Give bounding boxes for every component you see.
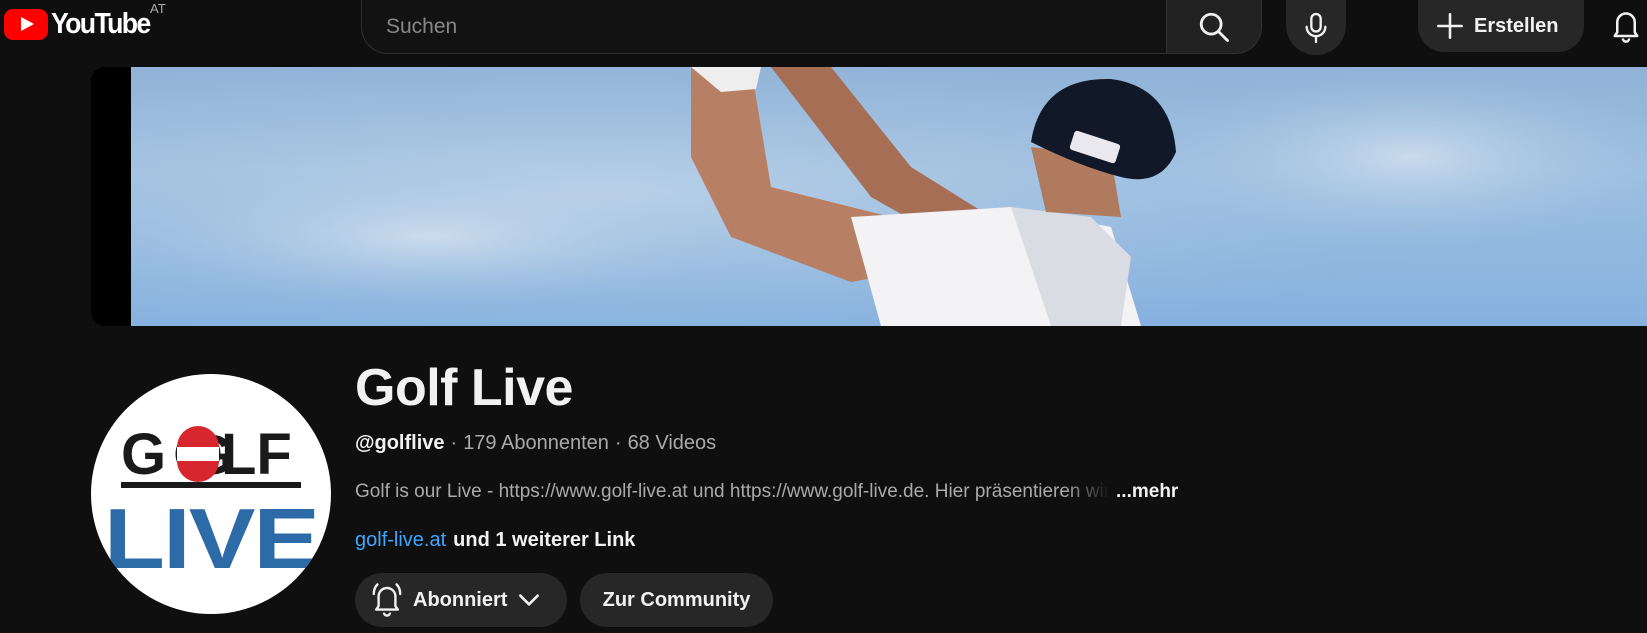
mic-icon xyxy=(1305,12,1327,43)
channel-description[interactable]: Golf is our Live - https://www.golf-live… xyxy=(355,481,1178,503)
subscriber-count: 179 Abonnenten xyxy=(463,432,609,454)
video-count: 68 Videos xyxy=(627,432,717,454)
channel-name: Golf Live xyxy=(355,359,573,417)
top-bar: YouTube AT Erstellen xyxy=(0,0,1647,56)
search-box xyxy=(361,0,1167,54)
youtube-play-icon xyxy=(4,9,48,40)
banner-image xyxy=(131,67,1647,326)
golf-live-logo: G G LF LIVE xyxy=(104,422,320,586)
channel-link[interactable]: golf-live.at xyxy=(355,529,446,552)
svg-text:LIVE: LIVE xyxy=(104,491,318,586)
meta-separator: · xyxy=(614,432,622,454)
search-button[interactable] xyxy=(1166,0,1262,54)
community-button[interactable]: Zur Community xyxy=(580,573,773,627)
svg-text:LF: LF xyxy=(221,422,292,487)
channel-banner xyxy=(91,67,1647,326)
plus-icon xyxy=(1437,13,1463,39)
svg-text:G: G xyxy=(121,422,166,487)
channel-links: golf-live.at und 1 weiterer Link xyxy=(355,529,635,552)
bell-icon xyxy=(1613,12,1639,43)
voice-search-button[interactable] xyxy=(1286,0,1346,55)
channel-meta: @golflive · 179 Abonnenten · 68 Videos xyxy=(355,432,716,455)
meta-separator: · xyxy=(450,432,458,454)
bell-ringing-icon xyxy=(372,583,402,617)
logo-text: YouTube xyxy=(51,8,151,40)
youtube-logo[interactable]: YouTube xyxy=(4,8,158,41)
create-label: Erstellen xyxy=(1474,14,1559,37)
create-button[interactable]: Erstellen xyxy=(1418,0,1584,52)
description-text: Golf is our Live - https://www.golf-live… xyxy=(355,481,1111,502)
chevron-down-icon xyxy=(519,594,540,606)
channel-avatar[interactable]: G G LF LIVE xyxy=(91,374,331,614)
more-links-button[interactable]: und 1 weiterer Link xyxy=(453,529,635,552)
notifications-button[interactable] xyxy=(1606,4,1646,48)
community-label: Zur Community xyxy=(602,588,751,611)
channel-handle: @golflive xyxy=(355,432,445,454)
search-input[interactable] xyxy=(362,0,1167,53)
more-description-button[interactable]: ...mehr xyxy=(1116,481,1178,503)
search-icon xyxy=(1199,12,1229,42)
subscribed-button[interactable]: Abonniert xyxy=(355,573,567,627)
country-code: AT xyxy=(150,1,166,16)
subscribed-label: Abonniert xyxy=(413,588,508,611)
